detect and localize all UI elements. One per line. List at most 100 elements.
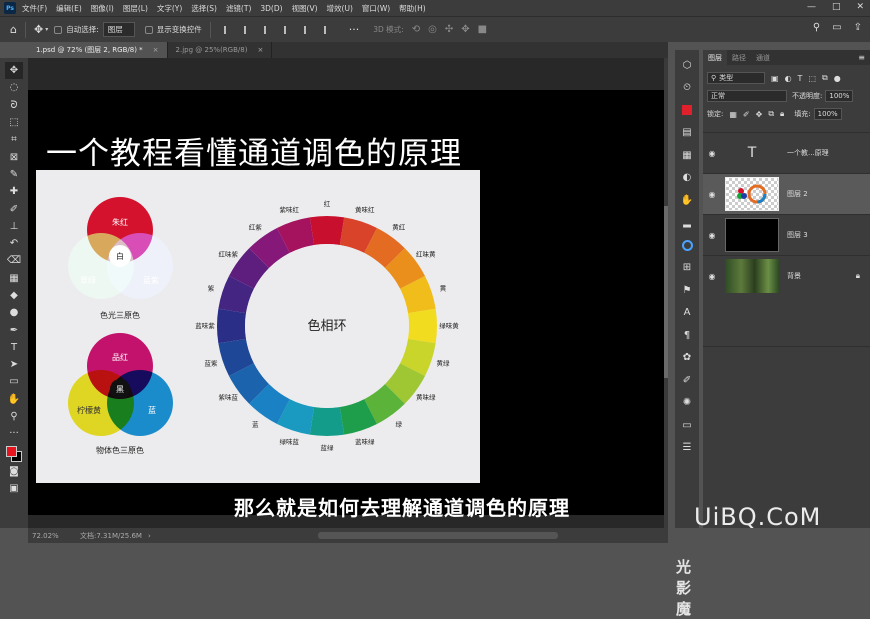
lock-position-icon[interactable]: ✥ — [756, 110, 763, 119]
3d-scale-icon[interactable]: ■ — [478, 24, 487, 35]
layer-row-layer2[interactable]: ◉ 图层 2 — [703, 173, 870, 214]
path-select-tool-icon[interactable]: ➤ — [5, 356, 23, 373]
align-left-icon[interactable] — [283, 25, 294, 34]
canvas-area[interactable]: 一个教程看懂通道调色的原理 朱红 翠绿 蓝紫 白 色光三原色 品红 柠檬黄 蓝 … — [28, 58, 691, 618]
vertical-scrollbar[interactable] — [664, 58, 668, 528]
brushes-panel-icon[interactable]: ✿ — [679, 347, 695, 370]
history-brush-tool-icon[interactable]: ↶ — [5, 235, 23, 252]
align-center-icon[interactable] — [303, 25, 314, 34]
eye-icon[interactable]: ◉ — [703, 190, 721, 199]
opacity-input[interactable]: 100% — [825, 90, 854, 102]
history-panel-icon[interactable]: ⏲ — [679, 77, 695, 100]
filter-toggle-icon[interactable]: ● — [834, 74, 841, 83]
screen-mode-icon[interactable]: ▣ — [5, 480, 23, 497]
tab-layers[interactable]: 图层 — [703, 50, 727, 65]
auto-select-dropdown[interactable]: 图层 — [102, 22, 135, 37]
libraries-panel-icon[interactable]: ✋ — [679, 189, 695, 212]
adjustments-panel-icon[interactable]: ◐ — [679, 167, 695, 190]
menu-file[interactable]: 文件(F) — [22, 3, 47, 14]
paragraph-panel-icon[interactable]: ¶ — [679, 324, 695, 347]
eye-icon[interactable]: ◉ — [703, 231, 721, 240]
brush-settings-icon[interactable]: ✐ — [679, 369, 695, 392]
home-icon[interactable]: ⌂ — [10, 23, 17, 36]
menu-type[interactable]: 文字(Y) — [157, 3, 182, 14]
menu-help[interactable]: 帮助(H) — [399, 3, 426, 14]
eye-icon[interactable]: ◉ — [703, 272, 721, 281]
search-icon[interactable]: ⚲ — [813, 22, 820, 33]
tool-presets-icon[interactable]: ▭ — [679, 414, 695, 437]
menu-select[interactable]: 选择(S) — [191, 3, 217, 14]
menu-layer[interactable]: 图层(L) — [123, 3, 148, 14]
tab-paths[interactable]: 路径 — [727, 50, 751, 65]
navigator-panel-icon[interactable] — [679, 234, 695, 257]
close-icon[interactable]: × — [257, 46, 263, 54]
pen-tool-icon[interactable]: ✒ — [5, 321, 23, 338]
layer-filter-dropdown[interactable]: ⚲ 类型 — [707, 72, 765, 84]
eye-icon[interactable]: ◉ — [703, 149, 721, 158]
move-tool-icon[interactable]: ✥ — [34, 23, 43, 36]
panel-menu-icon[interactable]: ≡ — [858, 50, 865, 65]
workspace-icon[interactable]: ▭ — [832, 22, 841, 33]
scrollbar-thumb[interactable] — [664, 206, 668, 378]
patterns-panel-icon[interactable]: ▦ — [679, 144, 695, 167]
3d-pan-icon[interactable]: ✣ — [445, 24, 453, 35]
glyphs-panel-icon[interactable]: ✺ — [679, 392, 695, 415]
filter-shape-icon[interactable]: ⬚ — [808, 74, 816, 83]
lock-paint-icon[interactable]: ✐ — [743, 110, 750, 119]
eraser-tool-icon[interactable]: ⌫ — [5, 252, 23, 269]
channels-grid-icon[interactable]: ⊞ — [679, 257, 695, 280]
layer-row-text[interactable]: ◉ T 一个教...原理 — [703, 132, 870, 173]
zoom-tool-icon[interactable]: ⚲ — [5, 408, 23, 425]
foreground-color-swatch[interactable] — [6, 445, 17, 457]
sliders-panel-icon[interactable]: ☰ — [679, 437, 695, 460]
color-swatches[interactable] — [4, 445, 24, 463]
status-menu-arrow[interactable]: › — [148, 532, 151, 540]
zoom-level[interactable]: 72.02% — [32, 532, 80, 540]
color-panel-icon[interactable] — [679, 99, 695, 122]
more-options-icon[interactable]: ··· — [349, 23, 360, 36]
menu-image[interactable]: 图像(I) — [91, 3, 114, 14]
character-panel-icon[interactable]: A — [679, 302, 695, 325]
quick-select-tool-icon[interactable]: ⬚ — [5, 114, 23, 131]
document-canvas[interactable]: 一个教程看懂通道调色的原理 朱红 翠绿 蓝紫 白 色光三原色 品红 柠檬黄 蓝 … — [28, 90, 664, 520]
move-tool-icon[interactable]: ✥ — [5, 62, 23, 80]
layer-name[interactable]: 图层 2 — [787, 189, 808, 199]
align-right-icon[interactable] — [323, 25, 334, 34]
align-bottom-icon[interactable] — [263, 25, 274, 34]
filter-smart-object-icon[interactable]: ⧉ — [822, 73, 828, 83]
menu-filter[interactable]: 滤镜(T) — [226, 3, 251, 14]
blend-mode-dropdown[interactable]: 正常 — [707, 90, 787, 102]
healing-brush-tool-icon[interactable]: ✚ — [5, 183, 23, 200]
menu-edit[interactable]: 编辑(E) — [56, 3, 82, 14]
close-window-button[interactable]: ✕ — [856, 2, 864, 12]
maximize-button[interactable]: □ — [832, 2, 841, 12]
menu-view[interactable]: 视图(V) — [292, 3, 318, 14]
3d-slide-icon[interactable]: ✥ — [461, 24, 469, 35]
tab-2-jpg[interactable]: 2.jpg @ 25%(RGB/8) × — [168, 42, 273, 58]
type-tool-icon[interactable]: T — [5, 339, 23, 356]
fill-input[interactable]: 100% — [813, 108, 842, 120]
tab-channels[interactable]: 通道 — [751, 50, 775, 65]
minimize-button[interactable]: — — [807, 2, 816, 12]
quick-mask-icon[interactable]: ◙ — [5, 463, 23, 480]
align-middle-icon[interactable] — [243, 25, 254, 34]
align-top-icon[interactable] — [223, 25, 234, 34]
menu-plugins[interactable]: 增效(U) — [327, 3, 353, 14]
layer-row-background[interactable]: ◉ 背景 🔒︎ — [703, 255, 870, 296]
tab-1-psd[interactable]: 1.psd @ 72% (图层 2, RGB/8) * × — [28, 42, 168, 58]
lasso-tool-icon[interactable]: ᘐ — [5, 97, 23, 114]
dodge-tool-icon[interactable]: ● — [5, 304, 23, 321]
share-icon[interactable]: ⇪ — [854, 22, 862, 33]
auto-select-checkbox[interactable] — [54, 25, 63, 34]
layer-name[interactable]: 背景 — [787, 271, 801, 281]
3d-roll-icon[interactable]: ◎ — [428, 24, 437, 35]
gradient-tool-icon[interactable]: ▦ — [5, 270, 23, 287]
lock-artboard-icon[interactable]: ⧉ — [768, 109, 774, 119]
layer-row-layer3[interactable]: ◉ 图层 3 — [703, 214, 870, 255]
brush-tool-icon[interactable]: ✐ — [5, 200, 23, 217]
chevron-down-icon[interactable]: ▾ — [45, 26, 48, 33]
properties-panel-icon[interactable]: ⚑ — [679, 279, 695, 302]
crop-tool-icon[interactable]: ⌗ — [5, 131, 23, 148]
histogram-panel-icon[interactable]: ▂ — [679, 212, 695, 235]
filter-type-icon[interactable]: T — [798, 74, 803, 83]
